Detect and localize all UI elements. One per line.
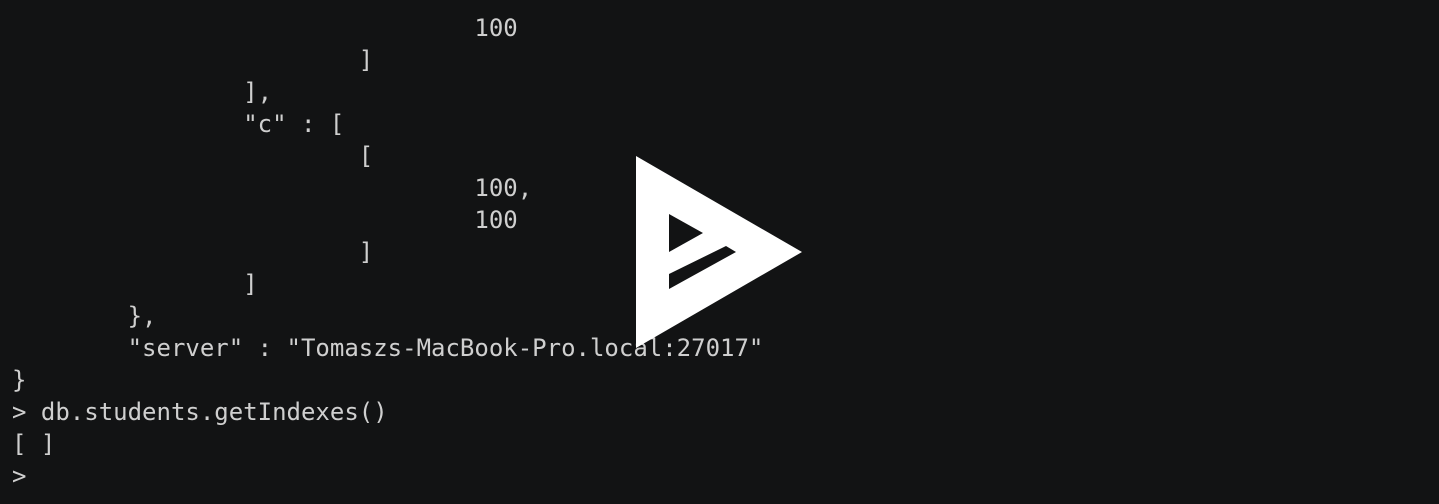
- terminal-line: ]: [12, 46, 374, 74]
- asciinema-play-icon: [636, 156, 802, 348]
- terminal-line: "c" : [: [12, 110, 345, 138]
- terminal-line: }: [12, 366, 27, 394]
- terminal-line: 100: [12, 14, 518, 42]
- terminal-prompt-line: >: [12, 462, 27, 490]
- play-button[interactable]: [636, 156, 802, 348]
- terminal-line: [ ]: [12, 430, 56, 458]
- terminal-window: 100 ] ], "c" : [ [ 100, 100]]}, "serv…: [0, 0, 1439, 504]
- terminal-prompt-line: > db.students.getIndexes(): [12, 398, 388, 426]
- terminal-line: ],: [12, 78, 273, 106]
